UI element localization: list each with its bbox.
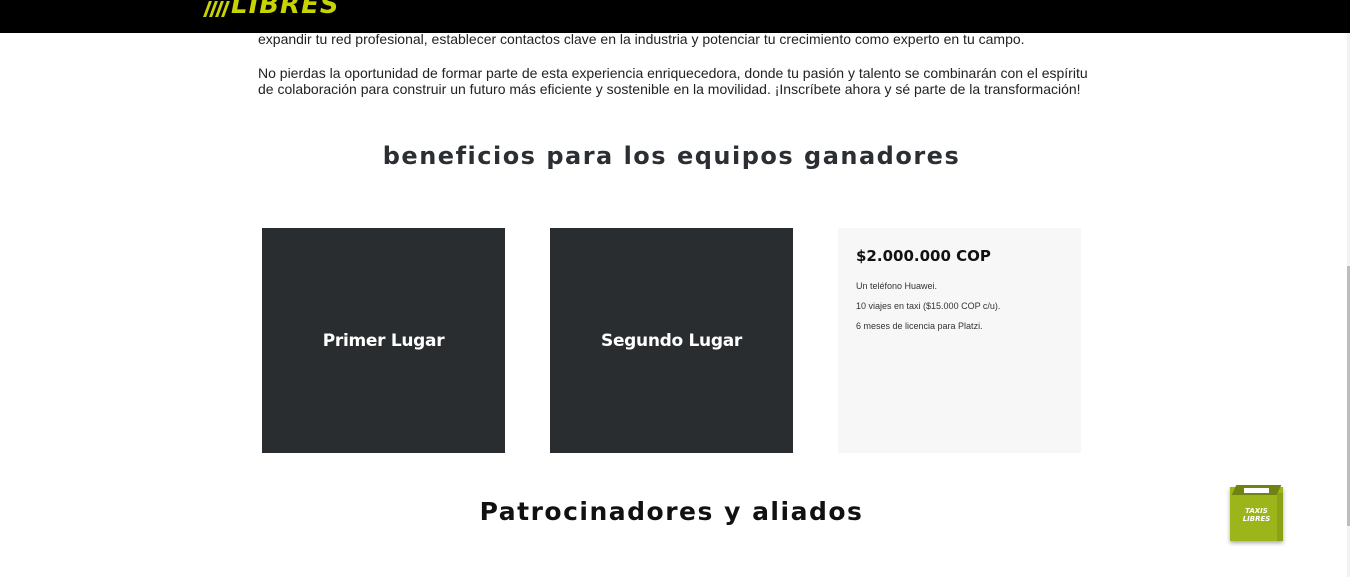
- page: LIBRES expandir tu red profesional, esta…: [0, 0, 1350, 577]
- intro-paragraph-1: expandir tu red profesional, establecer …: [258, 31, 1098, 47]
- top-navigation-bar: LIBRES: [0, 0, 1350, 33]
- prize-card-details[interactable]: $2.000.000 COP Un teléfono Huawei. 10 vi…: [838, 228, 1081, 453]
- prize-card-title: Primer Lugar: [322, 330, 445, 351]
- logo-text: LIBRES: [231, 0, 340, 20]
- prize-item: 6 meses de licencia para Platzi.: [856, 321, 983, 331]
- logo-stripes-icon: [203, 1, 230, 17]
- intro-paragraph-2: No pierdas la oportunidad de formar part…: [258, 65, 1098, 97]
- intro-text-2: No pierdas la oportunidad de formar part…: [258, 65, 1088, 97]
- site-logo[interactable]: LIBRES: [203, 0, 340, 20]
- prize-list: Un teléfono Huawei. 10 viajes en taxi ($…: [856, 281, 1063, 332]
- prize-item: 10 viajes en taxi ($15.000 COP c/u).: [856, 301, 1001, 311]
- prize-card-first-place[interactable]: Primer Lugar: [262, 228, 505, 453]
- prize-amount: $2.000.000 COP: [856, 247, 991, 265]
- prize-item: Un teléfono Huawei.: [856, 281, 938, 291]
- benefits-heading: beneficios para los equipos ganadores: [382, 142, 961, 170]
- prize-card-second-place[interactable]: Segundo Lugar: [550, 228, 793, 453]
- intro-text-1: expandir tu red profesional, establecer …: [258, 31, 1025, 47]
- widget-label: TAXIS LIBRES: [1242, 507, 1271, 523]
- prize-card-title: Segundo Lugar: [601, 330, 742, 351]
- sponsors-heading: Patrocinadores y aliados: [479, 497, 864, 526]
- taxi-box-icon[interactable]: TAXIS LIBRES: [1230, 485, 1283, 541]
